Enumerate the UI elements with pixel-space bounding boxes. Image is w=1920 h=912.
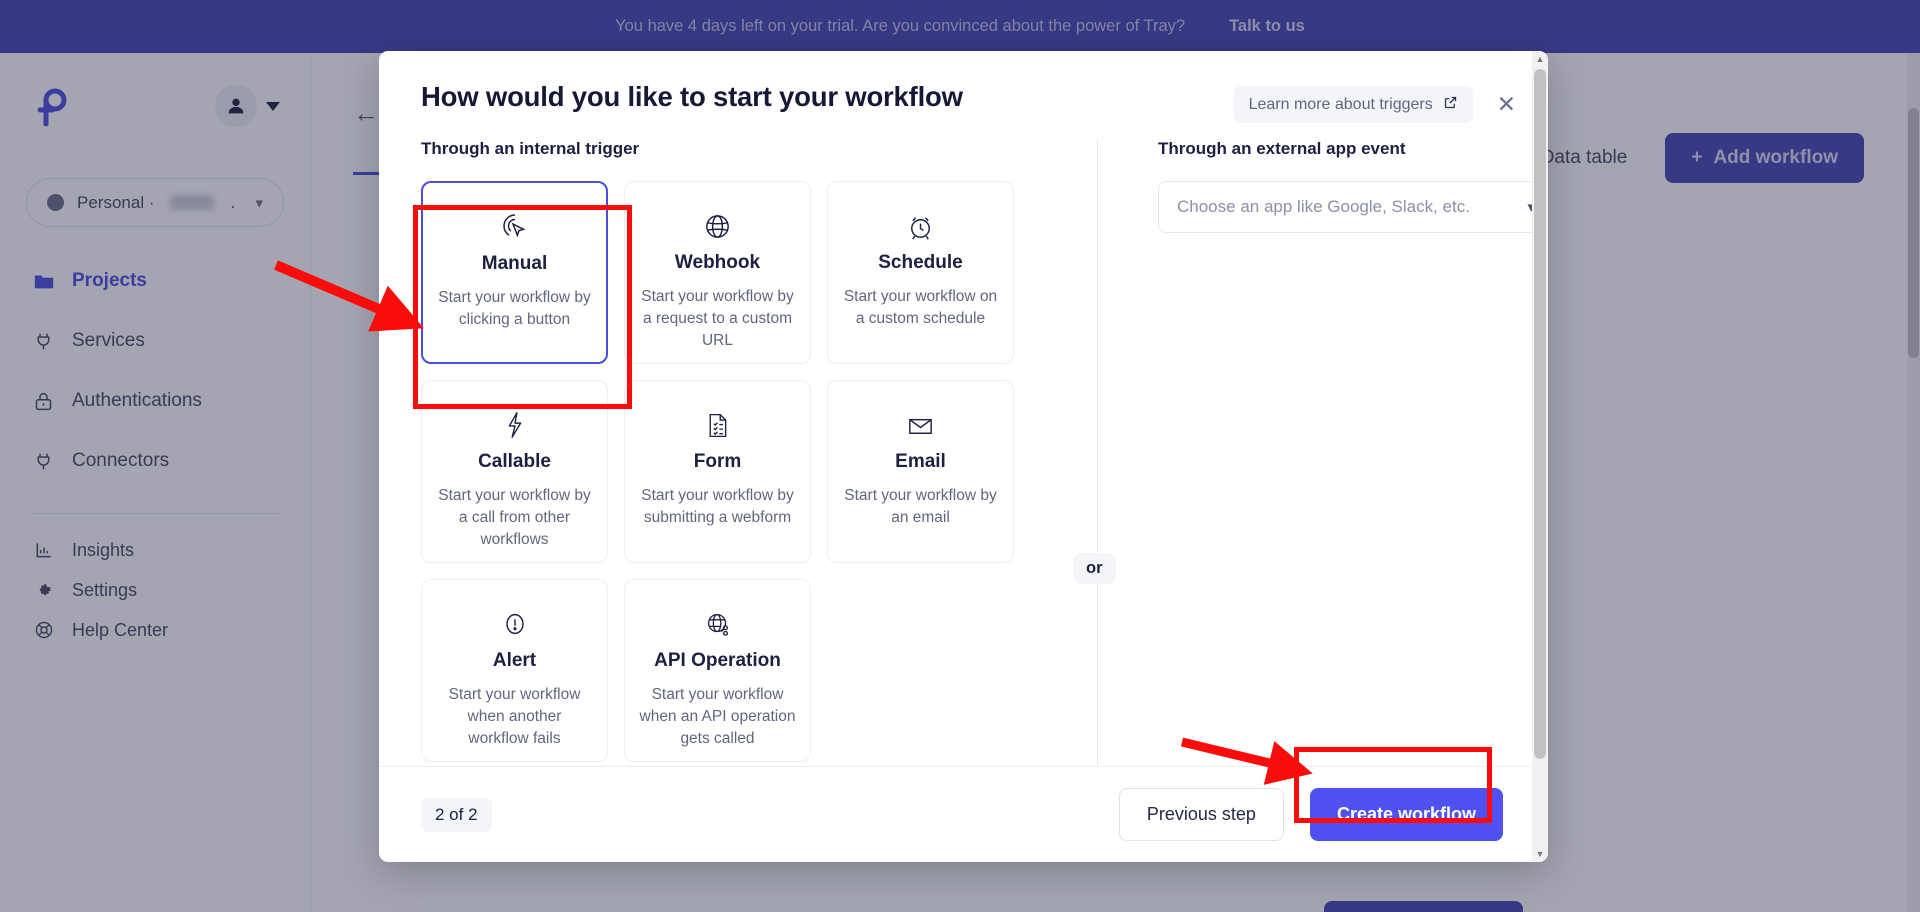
screen: You have 4 days left on your trial. Are … (0, 0, 1920, 912)
annotation-arrows (274, 260, 1313, 785)
annotation-arrow-to-manual (274, 260, 424, 332)
annotation-arrow-to-create (1180, 737, 1313, 785)
